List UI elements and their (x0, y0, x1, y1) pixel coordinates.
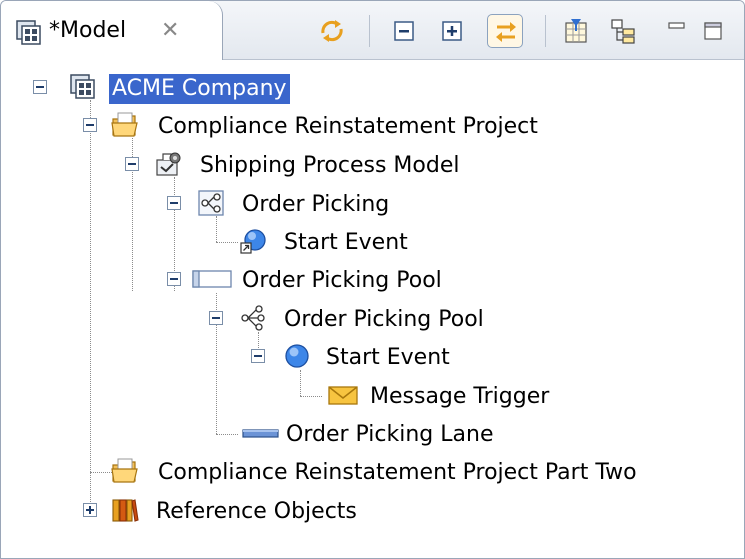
lane-icon (242, 429, 279, 438)
start-event-link-icon (240, 229, 266, 254)
tree-item[interactable]: Shipping Process Model (1, 149, 744, 183)
tree-item[interactable]: Order Picking (1, 188, 744, 222)
start-event-icon (285, 344, 309, 368)
maximize-button[interactable] (701, 14, 731, 48)
toolbar-separator (545, 15, 546, 47)
filter-button[interactable] (558, 14, 594, 48)
project-folder-icon (111, 458, 138, 483)
tree-item-label: Compliance Reinstatement Project Part Tw… (158, 460, 637, 485)
link-with-editor-button[interactable] (487, 14, 523, 48)
tree-item-label: Start Event (284, 230, 408, 255)
sync-icon (321, 20, 343, 42)
hierarchy-button[interactable] (605, 14, 641, 48)
collapse-toggle[interactable] (167, 272, 181, 286)
expand-all-button[interactable] (434, 14, 470, 48)
tree-item-label: Order Picking Pool (242, 268, 442, 293)
collapse-toggle[interactable] (125, 157, 139, 171)
tree-item-label: ACME Company (109, 74, 290, 104)
tree-item-label: Shipping Process Model (200, 153, 460, 178)
tree-item-label: Order Picking (242, 192, 390, 217)
model-tree: ACME Company Compliance Reinstatement Pr… (1, 60, 744, 557)
tree-item[interactable]: ACME Company (1, 72, 744, 106)
tree-item[interactable]: Order Picking Pool (1, 303, 744, 337)
process-icon (198, 190, 224, 216)
minimize-button[interactable] (665, 14, 693, 48)
tab-label: *Model (49, 18, 127, 43)
collapse-toggle[interactable] (167, 196, 181, 210)
pool-icon (192, 270, 232, 288)
expand-all-icon (442, 21, 462, 41)
maximize-icon (704, 22, 722, 40)
hierarchy-icon (611, 19, 635, 44)
tree-item-label: Message Trigger (370, 384, 550, 409)
tab-model[interactable]: *Model ✕ (1, 1, 223, 60)
tree-item[interactable]: Reference Objects (1, 495, 744, 529)
company-icon (70, 74, 95, 99)
model-view: *Model ✕ ACME Company Compliance Reinsta… (0, 0, 745, 559)
close-icon[interactable]: ✕ (161, 15, 179, 47)
model-icon (16, 20, 41, 45)
tree-item[interactable]: Order Picking Lane (1, 418, 744, 452)
collapse-toggle[interactable] (33, 80, 47, 94)
tree-item[interactable]: Start Event (1, 341, 744, 375)
tree-item[interactable]: Compliance Reinstatement Project Part Tw… (1, 456, 744, 490)
collapse-all-button[interactable] (386, 14, 422, 48)
project-folder-icon (111, 112, 138, 137)
tree-item-label: Reference Objects (156, 499, 357, 524)
tree-item-label: Start Event (326, 345, 450, 370)
tree-item-label: Compliance Reinstatement Project (158, 114, 538, 139)
filter-icon (565, 19, 587, 43)
collapse-all-icon (394, 21, 414, 41)
minimize-icon (668, 22, 685, 29)
message-trigger-icon (328, 386, 358, 405)
tree-item-label: Order Picking Pool (284, 307, 484, 332)
tree-item[interactable]: Order Picking Pool (1, 264, 744, 298)
view-toolbar: *Model ✕ (1, 1, 744, 60)
toolbar-separator (369, 15, 370, 47)
process-icon (241, 305, 265, 331)
tree-item[interactable]: Compliance Reinstatement Project (1, 110, 744, 144)
collapse-toggle[interactable] (209, 311, 223, 325)
tree-item-label: Order Picking Lane (286, 422, 494, 447)
process-model-icon (156, 152, 181, 176)
collapse-toggle[interactable] (251, 349, 265, 363)
link-with-editor-icon (496, 22, 516, 42)
collapse-toggle[interactable] (83, 118, 97, 132)
tree-item[interactable]: Message Trigger (1, 380, 744, 414)
reference-library-icon (112, 499, 139, 522)
expand-toggle[interactable] (83, 503, 97, 517)
tree-item[interactable]: Start Event (1, 226, 744, 260)
sync-button[interactable] (314, 14, 350, 48)
